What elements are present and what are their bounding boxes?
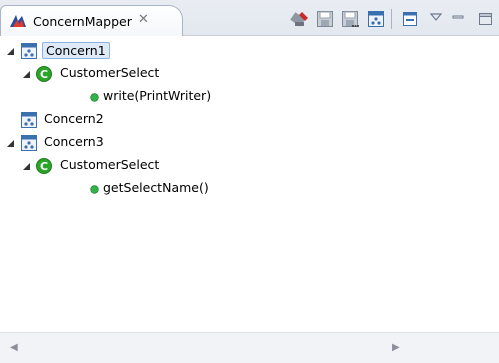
- save-icon[interactable]: [316, 10, 334, 28]
- concern-settings-icon[interactable]: [367, 10, 385, 28]
- scroll-left-arrow-icon[interactable]: ◀: [10, 342, 18, 353]
- concernmapper-icon: [9, 13, 27, 29]
- tree-row-class[interactable]: C CustomerSelect: [0, 63, 499, 85]
- save-as-icon[interactable]: [341, 10, 359, 28]
- tree-row-method[interactable]: getSelectName(): [0, 178, 499, 200]
- class-icon: C: [35, 65, 53, 83]
- view-tab-bar: ConcernMapper ✕: [0, 0, 499, 36]
- tree-node-label: write(PrintWriter): [103, 88, 212, 103]
- tree-node-label: getSelectName(): [103, 180, 209, 195]
- concern-tree[interactable]: Concern1 C CustomerSelect write(PrintWri…: [0, 37, 499, 332]
- toolbar-separator: [391, 9, 392, 29]
- minimize-icon[interactable]: [451, 10, 465, 28]
- tab-concernmapper[interactable]: ConcernMapper ✕: [0, 5, 183, 36]
- concern-icon: [20, 111, 38, 129]
- tree-node-label: CustomerSelect: [60, 157, 160, 172]
- view-menu-icon[interactable]: [429, 10, 443, 28]
- tree-row-class[interactable]: C CustomerSelect: [0, 155, 499, 177]
- scrollbar-track[interactable]: [24, 343, 386, 353]
- concern-icon: [20, 42, 38, 60]
- tree-row-concern3[interactable]: Concern3: [0, 132, 499, 154]
- concern-icon: [20, 134, 38, 152]
- horizontal-scrollbar[interactable]: ◀ ▶: [0, 332, 499, 363]
- view-title: ConcernMapper: [33, 14, 132, 29]
- maximize-icon[interactable]: [477, 10, 493, 28]
- expanded-twisty-icon[interactable]: [22, 70, 31, 79]
- expanded-twisty-icon[interactable]: [22, 162, 31, 171]
- concern-manager-icon[interactable]: [290, 10, 310, 28]
- collapse-all-icon[interactable]: [401, 10, 419, 28]
- tree-node-label: Concern1: [42, 42, 110, 59]
- tree-row-method[interactable]: write(PrintWriter): [0, 86, 499, 108]
- tree-row-concern1[interactable]: Concern1: [0, 40, 499, 62]
- method-icon: [90, 93, 99, 102]
- tree-node-label: Concern2: [44, 111, 104, 126]
- svg-text:C: C: [40, 160, 48, 173]
- tree-node-label: CustomerSelect: [60, 65, 160, 80]
- svg-text:C: C: [40, 68, 48, 81]
- scroll-right-arrow-icon[interactable]: ▶: [392, 342, 400, 353]
- tree-row-concern2[interactable]: Concern2: [0, 109, 499, 131]
- close-icon[interactable]: ✕: [138, 13, 149, 26]
- concernmapper-view: ConcernMapper ✕ Concern1 C CustomerSelec…: [0, 0, 499, 363]
- expanded-twisty-icon[interactable]: [6, 47, 15, 56]
- expanded-twisty-icon[interactable]: [6, 139, 15, 148]
- class-icon: C: [35, 157, 53, 175]
- tree-node-label: Concern3: [44, 134, 104, 149]
- method-icon: [90, 185, 99, 194]
